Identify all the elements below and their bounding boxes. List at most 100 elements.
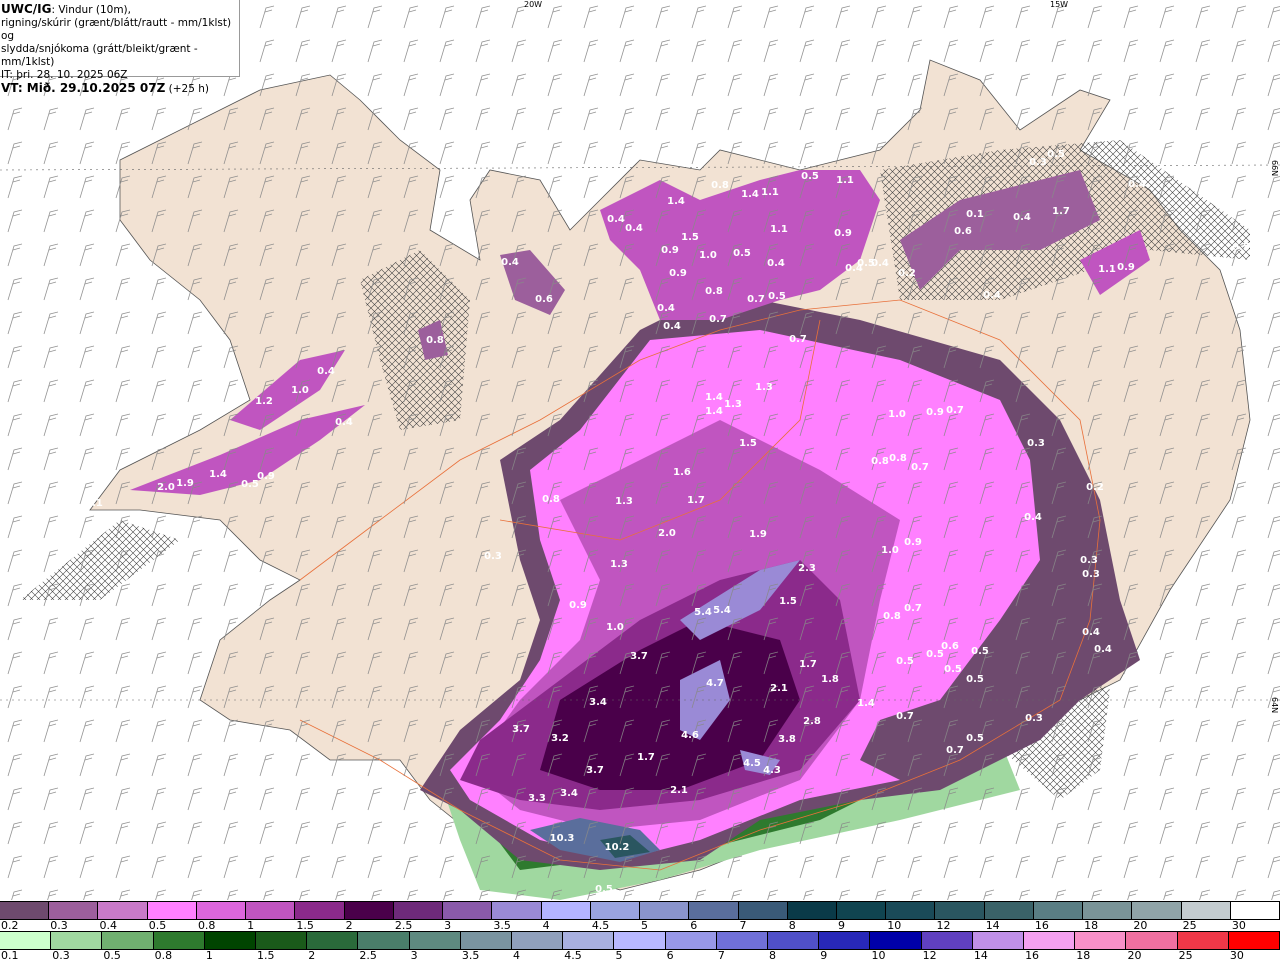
precip-value-label: 1.4 <box>209 469 227 480</box>
legend-swatch <box>492 902 542 919</box>
precip-value-label: 0.4 <box>983 290 1001 301</box>
precip-value-label: 0.8 <box>871 456 889 467</box>
precip-value-label: 1.0 <box>291 385 309 396</box>
model-name: UWC/IG <box>1 2 52 16</box>
rain-colorbar: 0.1 0.3 0.5 0.8 1 1.5 2 2.5 3 3.5 4 4.5 5 6 7 8 9 10 12 14 1… <box>0 931 1280 962</box>
precip-value-label: 1.7 <box>1052 206 1070 217</box>
legend-swatch <box>49 902 99 919</box>
legend-label: 1 <box>205 949 213 962</box>
precip-value-label: 1.0 <box>606 622 624 633</box>
precip-value-label: 5.4 <box>694 607 712 618</box>
legend-swatch <box>393 902 444 919</box>
precip-value-label: 0.9 <box>1117 262 1135 273</box>
legend-swatch <box>886 902 936 919</box>
precip-value-label: 0.3 <box>1029 157 1047 168</box>
precip-value-label: 0.2 <box>1086 482 1104 493</box>
legend-swatch <box>1024 932 1076 949</box>
precip-value-label: 0.8 <box>889 453 907 464</box>
legend-label: 8 <box>769 949 777 962</box>
precip-value-label: 0.6 <box>535 294 553 305</box>
precip-value-label: 1.3 <box>610 559 628 570</box>
title-line3: slydda/snjókoma (grátt/bleikt/grænt - mm… <box>1 43 198 68</box>
legend-swatch <box>1132 902 1182 919</box>
legend-label: 0.5 <box>103 949 121 962</box>
precip-value-label: 0.5 <box>801 171 819 182</box>
legend-label: 20 <box>1127 949 1142 962</box>
precip-value-label: 0.4 <box>1082 627 1100 638</box>
precip-value-label: 0.5 <box>971 646 989 657</box>
precip-value-label: 0.1 <box>85 498 103 509</box>
precip-value-label: 10.2 <box>605 842 630 853</box>
precip-value-label: 0.4 <box>335 417 353 428</box>
precip-value-label: 0.8 <box>542 494 560 505</box>
precip-value-label: 3.8 <box>778 734 796 745</box>
legend-swatch <box>512 932 564 949</box>
precip-value-label: 10.3 <box>550 833 575 844</box>
lon-label-15w: 15W <box>1050 0 1068 9</box>
legend-label: 5 <box>615 949 623 962</box>
legend-swatch <box>0 932 52 949</box>
precip-value-label: 1.0 <box>699 250 717 261</box>
precip-value-label: 0.9 <box>834 228 852 239</box>
precip-value-label: 0.4 <box>317 366 335 377</box>
legend-swatch <box>1033 902 1084 919</box>
precip-value-label: 1.7 <box>687 495 705 506</box>
precip-value-label: 0.5 <box>966 733 984 744</box>
precip-value-label: 1.1 <box>770 224 788 235</box>
precip-value-label: 1.5 <box>681 232 699 243</box>
legend-swatch <box>716 932 769 949</box>
legend-swatch <box>460 932 513 949</box>
legend-label: 12 <box>922 949 937 962</box>
precip-value-label: 0.9 <box>661 245 679 256</box>
legend-swatch <box>590 902 641 919</box>
legend-swatch <box>307 932 359 949</box>
legend-swatch <box>1126 932 1178 949</box>
legend-swatch <box>1075 932 1127 949</box>
precip-value-label: 0.5 <box>768 291 786 302</box>
precip-value-label: 2.0 <box>658 528 676 539</box>
lon-label-20w: 20W <box>524 0 542 9</box>
precip-value-label: 0.5 <box>896 656 914 667</box>
legend-swatch <box>541 902 591 919</box>
precip-value-label: 2.8 <box>803 716 821 727</box>
legend-swatch <box>972 932 1025 949</box>
legend-swatch <box>153 932 205 949</box>
legend-swatch <box>665 932 717 949</box>
precip-value-label: 0.5 <box>944 664 962 675</box>
legend-label: 0.3 <box>52 949 70 962</box>
legend-swatch <box>1177 932 1229 949</box>
precip-value-label: 5.4 <box>713 605 731 616</box>
legend-swatch <box>738 902 788 919</box>
legend-label: 4.5 <box>564 949 582 962</box>
precip-value-label: 0.7 <box>911 462 929 473</box>
precip-value-label: 0.3 <box>1027 438 1045 449</box>
precip-value-label: 1.4 <box>705 406 723 417</box>
precip-value-label: 3.7 <box>586 765 604 776</box>
precip-value-label: 4.6 <box>681 730 699 741</box>
legend-label: 9 <box>820 949 828 962</box>
legend-swatch <box>295 902 345 919</box>
legend-swatch <box>409 932 461 949</box>
precip-value-label: 1.3 <box>724 399 742 410</box>
legend-swatch <box>984 902 1034 919</box>
precip-value-label: 2.1 <box>670 785 688 796</box>
precip-value-label: 1.1 <box>836 175 854 186</box>
precip-value-label: 0.6 <box>954 226 972 237</box>
precip-value-label: 4.5 <box>743 758 761 769</box>
legend-swatch <box>204 932 257 949</box>
valid-offset: (+25 h) <box>165 83 210 95</box>
precip-value-label: 0.4 <box>1094 644 1112 655</box>
legend-label: 16 <box>1025 949 1040 962</box>
precip-value-label: 0.4 <box>607 214 625 225</box>
precip-value-label: 1.9 <box>749 529 767 540</box>
weather-map: 20W 15W 66N 64N 0.40.60.40.41.41.50.90.9… <box>0 0 1280 900</box>
legend-label: 4 <box>513 949 521 962</box>
precip-value-label: 0.5 <box>966 674 984 685</box>
precip-value-label: 1.3 <box>755 382 773 393</box>
precip-value-label: 0.8 <box>883 611 901 622</box>
precip-value-label: 3.7 <box>512 724 530 735</box>
precip-value-label: 0.8 <box>705 286 723 297</box>
precip-value-label: 0.7 <box>896 711 914 722</box>
legend-label: 3.5 <box>461 949 480 962</box>
precip-value-label: 0.4 <box>501 257 519 268</box>
